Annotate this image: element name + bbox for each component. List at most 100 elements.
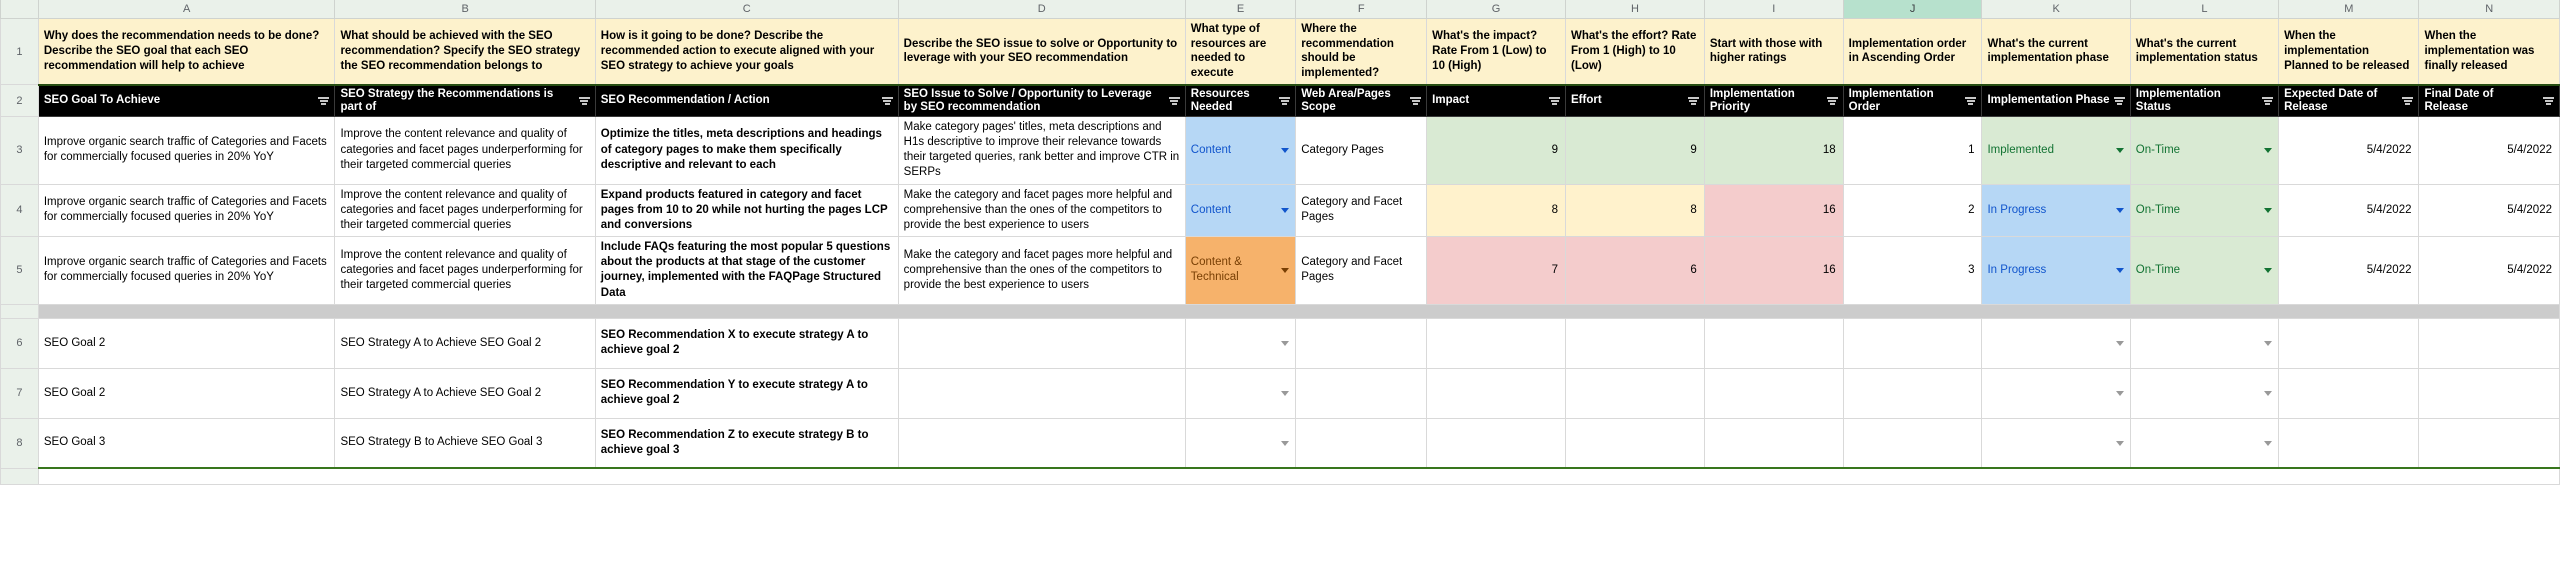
cell-scope[interactable] <box>1295 367 1428 419</box>
chevron-down-icon[interactable] <box>2115 340 2124 346</box>
cell-goal[interactable]: Improve organic search traffic of Catego… <box>37 115 336 185</box>
cell-phase[interactable] <box>1981 317 2131 369</box>
filter-icon[interactable] <box>318 95 330 106</box>
column-header-b[interactable]: B <box>334 0 596 19</box>
cell-recommendation[interactable]: SEO Recommendation Z to execute strategy… <box>594 417 899 469</box>
chevron-down-icon[interactable] <box>2115 390 2124 396</box>
cell-priority[interactable]: 16 <box>1703 236 1844 305</box>
cell-g2[interactable]: Impact <box>1426 83 1566 117</box>
column-header-h[interactable]: H <box>1565 0 1705 19</box>
column-header-k[interactable]: K <box>1981 0 2131 19</box>
cell-expected-date[interactable] <box>2278 367 2420 419</box>
filter-icon[interactable] <box>881 95 893 106</box>
filter-icon[interactable] <box>1687 95 1699 106</box>
cell-k1[interactable]: What's the current implementation phase <box>1981 17 2131 86</box>
cell-strategy[interactable]: Improve the content relevance and qualit… <box>334 115 596 185</box>
cell-expected-date[interactable]: 5/4/2022 <box>2278 183 2420 238</box>
filter-icon[interactable] <box>1410 95 1422 106</box>
cell-g1[interactable]: What's the impact? Rate From 1 (Low) to … <box>1426 17 1566 86</box>
row-number-4[interactable]: 4 <box>0 183 39 238</box>
chevron-down-icon[interactable] <box>2115 440 2124 446</box>
chevron-down-icon[interactable] <box>2264 390 2273 396</box>
cell-effort[interactable] <box>1565 417 1705 469</box>
filter-icon[interactable] <box>2262 95 2274 106</box>
cell-expected-date[interactable]: 5/4/2022 <box>2278 115 2420 185</box>
cell-goal[interactable]: SEO Goal 2 <box>37 317 336 369</box>
cell-recommendation[interactable]: SEO Recommendation Y to execute strategy… <box>594 367 899 419</box>
filter-icon[interactable] <box>1279 95 1291 106</box>
cell-order[interactable] <box>1842 367 1983 419</box>
cell-a2[interactable]: SEO Goal To Achieve <box>37 83 336 117</box>
cell-final-date[interactable]: 5/4/2022 <box>2418 236 2560 305</box>
status-dropdown[interactable]: On-Time <box>2131 117 2277 183</box>
cell-resources[interactable]: Content & Technical <box>1184 236 1297 305</box>
resources-dropdown[interactable]: Content & Technical <box>1186 238 1294 304</box>
cell-priority[interactable]: 16 <box>1703 183 1844 238</box>
cell-resources[interactable] <box>1184 317 1297 369</box>
cell-j2[interactable]: Implementation Order <box>1842 83 1983 117</box>
cell-phase[interactable]: In Progress <box>1981 236 2131 305</box>
cell-c1[interactable]: How is it going to be done? Describe the… <box>594 17 899 86</box>
filter-icon[interactable] <box>2402 95 2414 106</box>
phase-dropdown[interactable] <box>1983 369 2129 417</box>
cell-strategy[interactable]: SEO Strategy A to Achieve SEO Goal 2 <box>334 317 596 369</box>
column-header-d[interactable]: D <box>897 0 1186 19</box>
cell-phase[interactable]: In Progress <box>1981 183 2131 238</box>
cell-j1[interactable]: Implementation order in Ascending Order <box>1842 17 1983 86</box>
cell-goal[interactable]: SEO Goal 2 <box>37 367 336 419</box>
chevron-down-icon[interactable] <box>1281 440 1290 446</box>
cell-strategy[interactable]: Improve the content relevance and qualit… <box>334 183 596 238</box>
cell-h1[interactable]: What's the effort? Rate From 1 (High) to… <box>1565 17 1705 86</box>
resources-dropdown[interactable] <box>1186 369 1294 417</box>
cell-issue[interactable]: Make category pages' titles, meta descri… <box>897 115 1186 185</box>
cell-m1[interactable]: When the implementation Planned to be re… <box>2278 17 2420 86</box>
column-header-e[interactable]: E <box>1184 0 1297 19</box>
chevron-down-icon[interactable] <box>1281 147 1290 153</box>
cell-recommendation[interactable]: Optimize the titles, meta descriptions a… <box>594 115 899 185</box>
row-number-2[interactable]: 2 <box>0 84 39 117</box>
phase-dropdown[interactable] <box>1983 319 2129 367</box>
cell-status[interactable]: On-Time <box>2129 183 2280 238</box>
status-dropdown[interactable]: On-Time <box>2131 185 2277 236</box>
filter-icon[interactable] <box>578 95 590 106</box>
column-header-c[interactable]: C <box>594 0 899 19</box>
phase-dropdown[interactable]: In Progress <box>1983 185 2129 236</box>
column-header-j[interactable]: J <box>1842 0 1983 19</box>
cell-impact[interactable]: 7 <box>1426 236 1566 305</box>
cell-final-date[interactable] <box>2418 367 2560 419</box>
resources-dropdown[interactable]: Content <box>1186 185 1294 236</box>
cell-n1[interactable]: When the implementation was finally rele… <box>2418 17 2560 86</box>
cell-expected-date[interactable]: 5/4/2022 <box>2278 236 2420 305</box>
filter-icon[interactable] <box>1549 95 1560 106</box>
status-dropdown[interactable] <box>2131 369 2277 417</box>
row-number-3[interactable]: 3 <box>0 115 39 185</box>
cell-f1[interactable]: Where the recommendation should be imple… <box>1295 17 1428 86</box>
cell-effort[interactable]: 6 <box>1565 236 1705 305</box>
cell-status[interactable] <box>2129 367 2280 419</box>
row-number-5[interactable]: 5 <box>0 236 39 305</box>
status-dropdown[interactable]: On-Time <box>2131 238 2277 304</box>
column-header-g[interactable]: G <box>1426 0 1566 19</box>
cell-n2[interactable]: Final Date of Release <box>2418 83 2560 117</box>
resources-dropdown[interactable] <box>1186 319 1294 367</box>
cell-scope[interactable] <box>1295 417 1428 469</box>
cell-order[interactable] <box>1842 317 1983 369</box>
cell-status[interactable]: On-Time <box>2129 236 2280 305</box>
cell-scope[interactable] <box>1295 317 1428 369</box>
cell-resources[interactable] <box>1184 367 1297 419</box>
status-dropdown[interactable] <box>2131 319 2277 367</box>
row-number-6[interactable]: 6 <box>0 317 39 369</box>
cell-goal[interactable]: SEO Goal 3 <box>37 417 336 469</box>
cell-recommendation[interactable]: Expand products featured in category and… <box>594 183 899 238</box>
cell-l1[interactable]: What's the current implementation status <box>2129 17 2280 86</box>
cell-priority[interactable]: 18 <box>1703 115 1844 185</box>
cell-scope[interactable]: Category and Facet Pages <box>1295 236 1428 305</box>
chevron-down-icon[interactable] <box>2115 267 2124 273</box>
cell-order[interactable]: 2 <box>1842 183 1983 238</box>
chevron-down-icon[interactable] <box>1281 267 1290 273</box>
cell-m2[interactable]: Expected Date of Release <box>2278 83 2420 117</box>
cell-impact[interactable] <box>1426 417 1566 469</box>
cell-resources[interactable]: Content <box>1184 183 1297 238</box>
cell-k2[interactable]: Implementation Phase <box>1981 83 2131 117</box>
cell-strategy[interactable]: SEO Strategy B to Achieve SEO Goal 3 <box>334 417 596 469</box>
